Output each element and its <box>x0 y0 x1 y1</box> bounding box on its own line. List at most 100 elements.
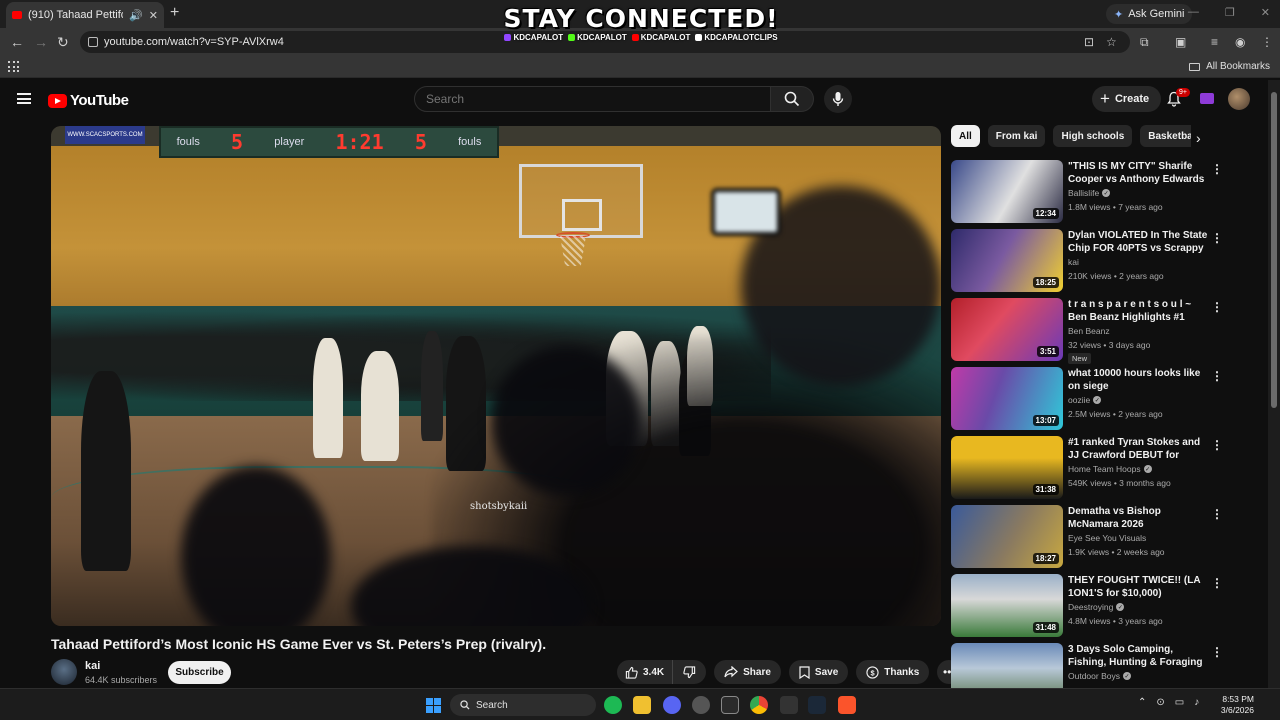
recommendation-title[interactable]: THEY FOUGHT TWICE!! (LA 1ON1'S for $10,0… <box>1068 574 1208 600</box>
forward-arrow-icon[interactable]: → <box>34 34 48 50</box>
recommendation-channel[interactable]: Eye See You Visuals <box>1068 533 1146 543</box>
voice-search-button[interactable] <box>824 85 852 113</box>
recommendation-title[interactable]: what 10000 hours looks like on siege <box>1068 367 1208 393</box>
recommendation-title[interactable]: "THIS IS MY CITY" Sharife Cooper vs Anth… <box>1068 160 1208 186</box>
recommendation-item[interactable]: 31:38 #1 ranked Tyran Stokes and JJ Craw… <box>951 436 1226 505</box>
discord-icon[interactable] <box>663 696 681 714</box>
more-options-icon[interactable]: ⋮ <box>1211 231 1223 245</box>
recommendation-title[interactable]: t r a n s p a r e n t s o u l ~ Ben Bean… <box>1068 298 1208 324</box>
chip-from-kai[interactable]: From kai <box>987 125 1046 147</box>
cast-icon[interactable]: ⊡ <box>1084 35 1094 49</box>
apps-grid-icon[interactable] <box>8 61 20 73</box>
more-options-icon[interactable]: ⋮ <box>1211 438 1223 452</box>
search-input[interactable] <box>414 86 771 112</box>
more-options-icon[interactable]: ⋮ <box>1211 369 1223 383</box>
file-explorer-icon[interactable] <box>633 696 651 714</box>
media-icon[interactable]: ≡ <box>1211 35 1218 49</box>
site-info-icon[interactable] <box>88 37 98 47</box>
recommendation-item[interactable]: 3:51 t r a n s p a r e n t s o u l ~ Ben… <box>951 298 1226 367</box>
create-button[interactable]: + Create <box>1092 86 1162 112</box>
video-player[interactable]: WWW.SCACSPORTS.COM fouls 5 player 1:21 5… <box>51 126 941 626</box>
hamburger-menu-icon[interactable] <box>17 93 31 104</box>
location-icon[interactable]: ⊙ <box>1156 697 1164 708</box>
search-button[interactable] <box>771 86 814 112</box>
close-window-icon[interactable]: ✕ <box>1261 6 1270 19</box>
ask-gemini-button[interactable]: ✦ Ask Gemini <box>1106 4 1193 24</box>
sidepanel-icon[interactable]: ▣ <box>1175 35 1186 49</box>
more-options-icon[interactable]: ⋮ <box>1211 576 1223 590</box>
recommendation-channel[interactable]: Home Team Hoops ✓ <box>1068 464 1152 474</box>
chip-basketball[interactable]: Basketball mo <box>1140 125 1191 147</box>
close-tab-icon[interactable]: ✕ <box>149 9 158 22</box>
recommendation-title[interactable]: Dematha vs Bishop McNamara 2026 <box>1068 505 1208 531</box>
video-thumbnail[interactable]: 18:25 <box>951 229 1063 292</box>
recommendation-item[interactable]: 13:07 what 10000 hours looks like on sie… <box>951 367 1226 436</box>
recommendation-item[interactable]: 18:25 Dylan VIOLATED In The State Chip F… <box>951 229 1226 298</box>
subscribe-button[interactable]: Subscribe <box>168 661 231 684</box>
restore-icon[interactable]: ❐ <box>1225 6 1235 19</box>
minimize-icon[interactable]: — <box>1188 6 1199 19</box>
recommendation-title[interactable]: 3 Days Solo Camping, Fishing, Hunting & … <box>1068 643 1208 669</box>
reload-icon[interactable]: ↻ <box>57 34 69 51</box>
more-options-icon[interactable]: ⋮ <box>1211 300 1223 314</box>
profile-icon[interactable]: ◉ <box>1235 35 1245 49</box>
menu-kebab-icon[interactable]: ⋮ <box>1261 35 1273 49</box>
recommendation-title[interactable]: #1 ranked Tyran Stokes and JJ Crawford D… <box>1068 436 1208 462</box>
extensions-icon[interactable]: ⧉ <box>1140 35 1149 50</box>
back-arrow-icon[interactable]: ← <box>10 34 24 50</box>
video-thumbnail[interactable]: 31:38 <box>951 436 1063 499</box>
recommendation-channel[interactable]: Ballislife ✓ <box>1068 188 1111 198</box>
obs-icon[interactable] <box>692 696 710 714</box>
browser-tab[interactable]: (910) Tahaad Pettiford's Mo 🔊 ✕ <box>6 2 164 28</box>
thanks-button[interactable]: $ Thanks <box>856 660 930 684</box>
recommendation-item[interactable]: 12:34 "THIS IS MY CITY" Sharife Cooper v… <box>951 160 1226 229</box>
share-button[interactable]: Share <box>714 660 781 684</box>
video-thumbnail[interactable]: 18:27 <box>951 505 1063 568</box>
chip-all[interactable]: All <box>951 125 980 147</box>
bookmark-star-icon[interactable]: ☆ <box>1106 35 1117 49</box>
recommendation-title[interactable]: Dylan VIOLATED In The State Chip FOR 40P… <box>1068 229 1208 255</box>
recommendation-channel[interactable]: Deestroying ✓ <box>1068 602 1125 612</box>
youtube-logo[interactable]: YouTube <box>48 92 129 109</box>
steam-icon[interactable] <box>808 696 826 714</box>
recommendation-channel[interactable]: Outdoor Boys ✓ <box>1068 671 1131 681</box>
page-scrollbar[interactable] <box>1268 80 1280 688</box>
epic-games-icon[interactable] <box>721 696 739 714</box>
recommendation-channel[interactable]: kai <box>1068 257 1079 267</box>
channel-name[interactable]: kai <box>85 660 100 672</box>
taskbar-search[interactable]: Search <box>450 694 596 716</box>
like-button[interactable]: 3.4K <box>617 660 674 684</box>
user-avatar[interactable] <box>1228 88 1250 110</box>
video-thumbnail[interactable]: 12:34 <box>951 160 1063 223</box>
taskbar-search-label: Search <box>476 699 508 711</box>
dislike-button[interactable] <box>673 660 706 684</box>
all-bookmarks-button[interactable]: All Bookmarks <box>1189 61 1270 72</box>
recommendation-item[interactable]: 18:27 Dematha vs Bishop McNamara 2026 Ey… <box>951 505 1226 574</box>
more-options-icon[interactable]: ⋮ <box>1211 645 1223 659</box>
network-icon[interactable]: ▭ <box>1175 697 1184 708</box>
volume-icon[interactable]: ♪ <box>1194 697 1199 708</box>
new-tab-button[interactable]: + <box>170 4 179 22</box>
app-icon[interactable] <box>780 696 798 714</box>
chip-high-schools[interactable]: High schools <box>1053 125 1133 147</box>
brave-icon[interactable] <box>838 696 856 714</box>
more-options-icon[interactable]: ⋮ <box>1211 162 1223 176</box>
more-options-icon[interactable]: ⋮ <box>1211 507 1223 521</box>
chevron-up-icon[interactable]: ⌃ <box>1138 697 1146 708</box>
video-thumbnail[interactable]: 31:48 <box>951 574 1063 637</box>
save-button[interactable]: Save <box>788 660 849 684</box>
spotify-icon[interactable] <box>604 696 622 714</box>
speaker-icon[interactable]: 🔊 <box>129 9 143 22</box>
twitch-extension-icon[interactable] <box>1200 93 1214 104</box>
recommendation-channel[interactable]: ooziie ✓ <box>1068 395 1102 405</box>
video-thumbnail[interactable]: 3:51 <box>951 298 1063 361</box>
chrome-icon[interactable] <box>750 696 768 714</box>
chevron-right-icon[interactable]: › <box>1196 130 1201 146</box>
system-clock[interactable]: 8:53 PM 3/6/2026 <box>1216 694 1254 716</box>
video-thumbnail[interactable]: 13:07 <box>951 367 1063 430</box>
channel-avatar[interactable] <box>51 659 77 685</box>
recommendation-channel[interactable]: Ben Beanz <box>1068 326 1110 336</box>
windows-start-icon[interactable] <box>426 698 441 713</box>
scrollbar-thumb[interactable] <box>1271 92 1277 408</box>
recommendation-item[interactable]: 31:48 THEY FOUGHT TWICE!! (LA 1ON1'S for… <box>951 574 1226 643</box>
